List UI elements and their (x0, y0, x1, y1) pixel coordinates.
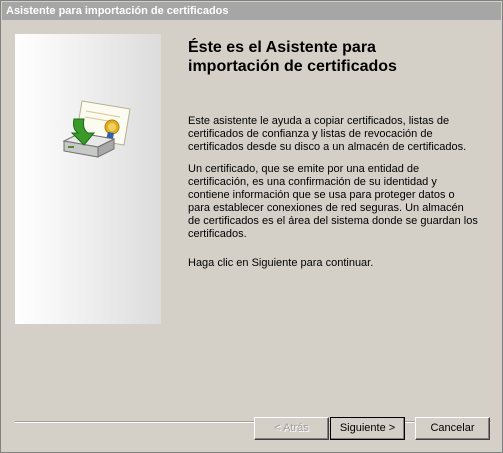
title-bar[interactable]: Asistente para importación de certificad… (2, 2, 501, 20)
back-button[interactable]: < Atrás (254, 417, 329, 440)
wizard-window: Asistente para importación de certificad… (0, 0, 503, 453)
wizard-body: Éste es el Asistente para importación de… (2, 20, 501, 451)
window-title: Asistente para importación de certificad… (6, 5, 229, 17)
next-button[interactable]: Siguiente > (330, 417, 405, 440)
intro-paragraph: Este asistente le ayuda a copiar certifi… (188, 115, 467, 153)
wizard-heading: Éste es el Asistente para importación de… (188, 39, 397, 75)
cancel-button[interactable]: Cancelar (415, 417, 490, 440)
continue-instruction: Haga clic en Siguiente para continuar. (188, 257, 374, 269)
description-paragraph: Un certificado, que se emite por una ent… (188, 163, 478, 240)
wizard-side-panel (15, 34, 161, 324)
certificate-import-icon (62, 100, 131, 158)
